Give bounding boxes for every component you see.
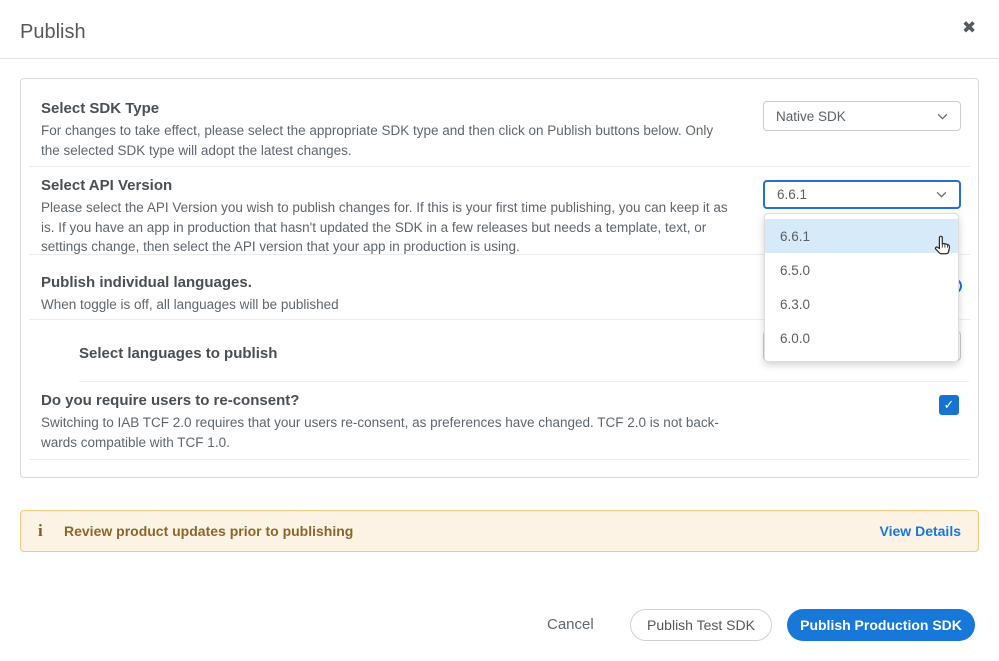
header-divider xyxy=(0,58,999,59)
reconsent-description: Switching to IAB TCF 2.0 requires that y… xyxy=(41,413,719,452)
api-version-heading: Select API Version xyxy=(41,177,172,194)
api-version-option[interactable]: 6.5.0 xyxy=(765,253,958,287)
reconsent-heading: Do you require users to re-consent? xyxy=(41,392,299,409)
sdk-type-select[interactable]: Native SDK xyxy=(763,101,961,131)
section-divider xyxy=(29,459,970,460)
sdk-type-description: For changes to take effect, please selec… xyxy=(41,121,713,160)
sdk-type-description-line: For changes to take effect, please selec… xyxy=(41,121,713,141)
section-divider xyxy=(79,381,969,382)
modal-title: Publish xyxy=(20,21,86,44)
select-languages-heading: Select languages to publish xyxy=(79,345,277,362)
api-version-description-line: is. If you have an app in production tha… xyxy=(41,218,728,238)
api-version-option[interactable]: 6.3.0 xyxy=(765,287,958,321)
api-version-option[interactable]: 6.0.0 xyxy=(765,321,958,355)
publish-production-sdk-button[interactable]: Publish Production SDK xyxy=(787,609,975,641)
reconsent-description-line: Switching to IAB TCF 2.0 requires that y… xyxy=(41,413,719,433)
review-updates-banner: i Review product updates prior to publis… xyxy=(20,510,979,552)
api-version-option[interactable]: 6.6.1 xyxy=(765,219,958,253)
banner-message: Review product updates prior to publishi… xyxy=(64,523,880,539)
info-icon: i xyxy=(38,521,64,541)
api-version-select[interactable]: 6.6.1 xyxy=(763,180,961,209)
checkmark-icon: ✓ xyxy=(944,397,955,413)
sdk-type-description-line: the selected SDK type will adopt the lat… xyxy=(41,141,713,161)
api-version-select-value: 6.6.1 xyxy=(777,187,807,202)
close-icon[interactable]: ✖ xyxy=(962,18,976,38)
cancel-button[interactable]: Cancel xyxy=(547,616,594,633)
sdk-type-heading: Select SDK Type xyxy=(41,100,159,117)
publish-settings-card: Select SDK Type For changes to take effe… xyxy=(20,78,979,478)
chevron-down-icon xyxy=(937,113,948,120)
view-details-link[interactable]: View Details xyxy=(880,523,961,539)
publish-modal: Publish ✖ Select SDK Type For changes to… xyxy=(0,0,999,661)
section-divider xyxy=(29,166,970,167)
chevron-down-icon xyxy=(936,191,947,198)
api-version-dropdown-panel: 6.6.1 6.5.0 6.3.0 6.0.0 xyxy=(764,213,959,362)
api-version-description: Please select the API Version you wish t… xyxy=(41,198,728,257)
publish-test-sdk-button[interactable]: Publish Test SDK xyxy=(630,609,772,641)
reconsent-checkbox[interactable]: ✓ xyxy=(939,395,959,415)
individual-languages-heading: Publish individual languages. xyxy=(41,274,252,291)
reconsent-description-line: wards compatible with TCF 1.0. xyxy=(41,433,719,453)
sdk-type-select-value: Native SDK xyxy=(776,109,846,124)
api-version-description-line: Please select the API Version you wish t… xyxy=(41,198,728,218)
individual-languages-description: When toggle is off, all languages will b… xyxy=(41,295,339,315)
